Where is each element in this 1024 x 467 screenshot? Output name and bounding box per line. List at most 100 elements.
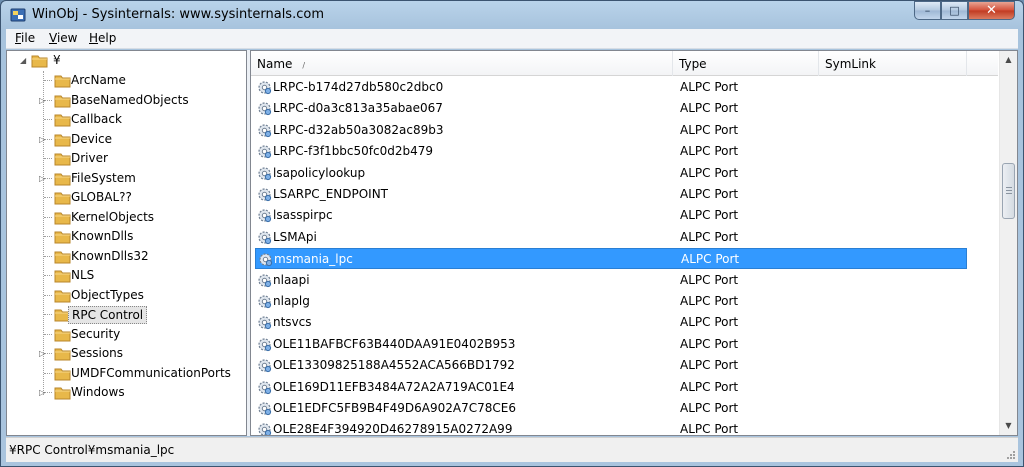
collapse-icon[interactable]: ◢	[20, 56, 29, 65]
cell-name: LSMApi	[273, 229, 317, 244]
status-bar: ¥RPC Control¥msmania_lpc	[6, 437, 1018, 462]
menu-file[interactable]: File	[15, 31, 35, 45]
tree-item-nls[interactable]: NLS	[68, 267, 97, 283]
table-row[interactable]: lsapolicylookup ALPC Port	[255, 163, 967, 184]
cell-type: ALPC Port	[680, 422, 739, 436]
object-list[interactable]: Name / Type SymLink LRPC-b174d27db580c2db…	[250, 50, 1018, 436]
table-row[interactable]: msmania_lpc ALPC Port	[255, 248, 967, 270]
expand-icon[interactable]: ▷	[39, 349, 48, 358]
cell-type: ALPC Port	[680, 294, 739, 308]
column-header-type[interactable]: Type	[673, 51, 819, 76]
tree-item-device[interactable]: Device	[68, 131, 115, 147]
tree-connector	[44, 333, 52, 335]
column-header-row: Name / Type SymLink	[251, 51, 998, 76]
table-row[interactable]: nlaapi ALPC Port	[255, 270, 967, 291]
cell-name: OLE1EDFC5FB9B4F49D6A902A7C78CE6	[273, 401, 516, 415]
tree-item-arcname[interactable]: ArcName	[68, 72, 129, 88]
scroll-down-icon[interactable]: ▼	[1000, 417, 1017, 434]
alpc-port-icon	[258, 402, 272, 416]
cell-type: ALPC Port	[680, 379, 739, 394]
table-row[interactable]: OLE28E4F394920D46278915A0272A99 ALPC Port	[255, 419, 967, 436]
column-symlink-label: SymLink	[825, 57, 876, 71]
cell-type: ALPC Port	[681, 252, 740, 267]
table-row[interactable]: OLE11BAFBCF63B440DAA91E0402B953 ALPC Port	[255, 334, 967, 355]
cell-name: LSARPC_ENDPOINT	[273, 187, 389, 201]
tree-item-callback[interactable]: Callback	[68, 111, 125, 127]
table-row[interactable]: LSARPC_ENDPOINT ALPC Port	[255, 184, 967, 205]
tree-item-global[interactable]: GLOBAL??	[68, 189, 135, 205]
table-row[interactable]: OLE13309825188A4552ACA566BD1792 ALPC Port	[255, 355, 967, 376]
tree-item-security[interactable]: Security	[68, 326, 123, 342]
menu-view[interactable]: View	[49, 31, 77, 45]
column-name-label: Name	[257, 57, 293, 71]
sort-ascending-icon: /	[302, 61, 306, 70]
cell-type: ALPC Port	[680, 401, 739, 415]
cell-name: nlaplg	[273, 294, 310, 308]
tree-item-driver[interactable]: Driver	[68, 150, 111, 166]
maximize-button[interactable]: □	[941, 1, 968, 20]
table-row[interactable]: OLE169D11EFB3484A72A2A719AC01E4 ALPC Port	[255, 377, 967, 398]
object-tree[interactable]: ◢ ¥ ArcName ▷ BaseNamedObjects Callback ▷ Dev…	[6, 50, 247, 436]
tree-connector	[44, 314, 52, 315]
tree-item-kernelobjects[interactable]: KernelObjects	[68, 209, 157, 225]
table-row[interactable]: LRPC-b174d27db580c2dbc0 ALPC Port	[255, 77, 967, 98]
alpc-port-icon	[258, 188, 272, 202]
tree-item-umdfcommunicationports[interactable]: UMDFCommunicationPorts	[68, 365, 234, 381]
expand-icon[interactable]: ▷	[39, 135, 48, 144]
table-row[interactable]: LRPC-f3f1bbc50fc0d2b479 ALPC Port	[255, 141, 967, 162]
tree-item-sessions[interactable]: Sessions	[68, 345, 126, 361]
tree-item-basenamedobjects[interactable]: BaseNamedObjects	[68, 92, 192, 108]
close-button[interactable]: ✕	[968, 1, 1015, 20]
expand-icon[interactable]: ▷	[39, 174, 48, 183]
table-row[interactable]: OLE1EDFC5FB9B4F49D6A902A7C78CE6 ALPC Port	[255, 398, 967, 419]
cell-type: ALPC Port	[680, 272, 739, 287]
menu-bar: File View Help	[6, 29, 1018, 49]
menu-help[interactable]: Help	[89, 31, 116, 45]
tree-connector	[44, 119, 52, 120]
cell-name: LRPC-d0a3c813a35abae067	[273, 101, 443, 116]
tree-item-windows[interactable]: Windows	[68, 384, 128, 400]
tree-item-rpc-control[interactable]: RPC Control	[68, 306, 148, 324]
table-row[interactable]: nlaplg ALPC Port	[255, 291, 967, 312]
cell-type: ALPC Port	[680, 122, 739, 137]
tree-item-knowndlls32[interactable]: KnownDlls32	[68, 248, 152, 264]
table-row[interactable]: LSMApi ALPC Port	[255, 227, 967, 248]
column-header-name[interactable]: Name /	[251, 51, 673, 76]
alpc-port-icon	[258, 166, 272, 180]
tree-item-filesystem[interactable]: FileSystem	[68, 170, 139, 186]
cell-name: lsapolicylookup	[273, 165, 366, 180]
cell-type: ALPC Port	[680, 187, 739, 201]
caption-buttons: – □ ✕	[914, 1, 1015, 20]
tree-connector	[44, 80, 52, 81]
minimize-icon: –	[924, 4, 931, 17]
table-row[interactable]: lsasspirpc ALPC Port	[255, 205, 967, 226]
tree-connector	[44, 275, 52, 276]
cell-name: LRPC-d32ab50a3082ac89b3	[273, 122, 444, 137]
menu-help-accel: H	[89, 31, 99, 45]
title-bar[interactable]: WinObj - Sysinternals: www.sysinternals.…	[1, 1, 1023, 29]
cell-type: ALPC Port	[680, 80, 739, 94]
cell-name: LRPC-b174d27db580c2dbc0	[273, 80, 444, 94]
expand-icon[interactable]: ▷	[39, 96, 48, 105]
table-row[interactable]: LRPC-d32ab50a3082ac89b3 ALPC Port	[255, 120, 967, 141]
tree-connector	[44, 197, 52, 198]
vertical-scrollbar[interactable]: ▲ ▼	[999, 51, 1017, 435]
tree-item-objecttypes[interactable]: ObjectTypes	[68, 287, 147, 303]
alpc-port-icon	[258, 145, 272, 159]
tree-root-label[interactable]: ¥	[50, 52, 64, 68]
scroll-thumb[interactable]	[1002, 163, 1015, 219]
expand-icon[interactable]: ▷	[39, 388, 48, 397]
close-icon: ✕	[986, 3, 997, 18]
alpc-port-icon	[258, 295, 272, 309]
table-row[interactable]: ntsvcs ALPC Port	[255, 312, 967, 333]
status-path: ¥RPC Control¥msmania_lpc	[9, 443, 175, 457]
tree-item-knowndlls[interactable]: KnownDlls	[68, 228, 136, 244]
folder-icon	[31, 55, 48, 68]
cell-name: lsasspirpc	[273, 208, 333, 223]
minimize-button[interactable]: –	[914, 1, 941, 20]
column-header-symlink[interactable]: SymLink	[819, 51, 967, 76]
resize-grip-icon[interactable]	[1004, 448, 1016, 460]
alpc-port-icon	[258, 338, 272, 351]
table-row[interactable]: LRPC-d0a3c813a35abae067 ALPC Port	[255, 98, 967, 119]
scroll-up-icon[interactable]: ▲	[1000, 51, 1017, 68]
